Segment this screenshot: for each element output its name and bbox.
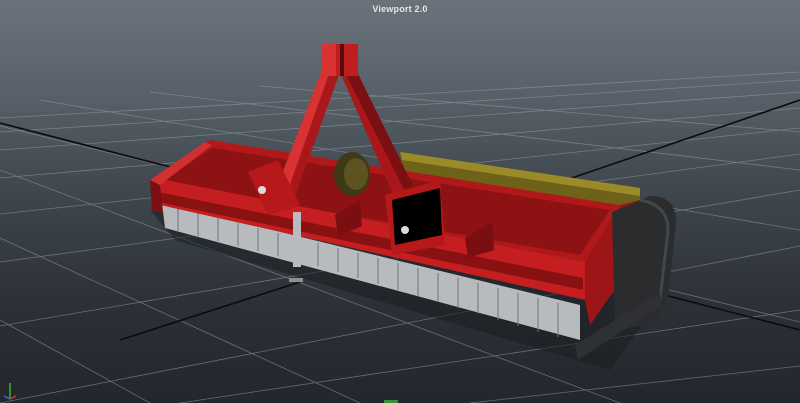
stand-leg [293,212,301,267]
viewport-scene[interactable] [0,0,800,403]
axis-indicator [3,383,17,400]
3d-viewport[interactable]: Viewport 2.0 [0,0,800,403]
